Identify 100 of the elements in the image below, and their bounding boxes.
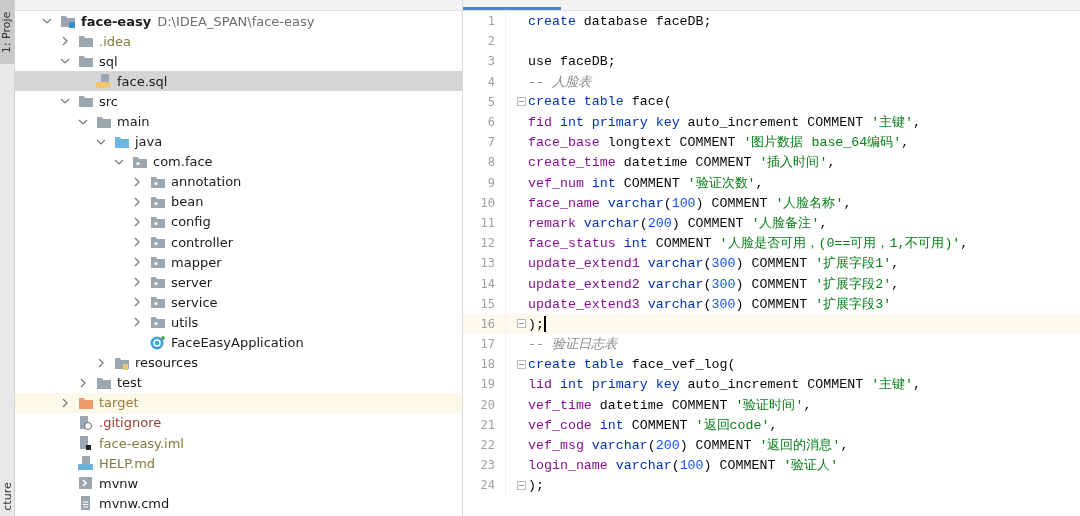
tree-item[interactable]: face-easy D:\IDEA_SPAN\face-easy bbox=[15, 11, 462, 32]
chevron-right-icon[interactable] bbox=[78, 377, 88, 388]
code-text: create database faceDB; bbox=[528, 13, 712, 29]
item-name: .gitignore bbox=[99, 415, 162, 431]
chevron-right-icon[interactable] bbox=[132, 277, 142, 288]
folder-icon bbox=[114, 355, 130, 370]
code-text: remark varchar(200) COMMENT '人脸备注', bbox=[528, 214, 828, 232]
code-text: update_extend2 varchar(300) COMMENT '扩展字段2', bbox=[528, 275, 900, 293]
item-name: controller bbox=[171, 234, 234, 250]
chevron-right-icon[interactable] bbox=[96, 357, 106, 368]
line-number: 5 bbox=[486, 94, 496, 109]
tree-item[interactable]: mvnw bbox=[15, 473, 462, 494]
item-name: test bbox=[117, 375, 142, 391]
code-text: vef_num int COMMENT '验证次数', bbox=[528, 174, 764, 192]
item-name: sql bbox=[99, 53, 118, 69]
code-text: use faceDB; bbox=[528, 53, 616, 69]
tree-item[interactable]: controller bbox=[15, 232, 462, 253]
line-number: 19 bbox=[479, 377, 496, 392]
chevron-right-icon[interactable] bbox=[132, 297, 142, 308]
chevron-right-icon[interactable] bbox=[132, 196, 142, 207]
package-icon bbox=[150, 315, 166, 330]
code-text: vef_code int COMMENT '返回code', bbox=[528, 416, 778, 434]
tree-item[interactable]: mapper bbox=[15, 252, 462, 273]
folder-icon bbox=[78, 395, 94, 410]
line-number: 6 bbox=[486, 115, 496, 130]
package-icon bbox=[150, 194, 166, 209]
line-number: 18 bbox=[479, 357, 496, 372]
item-path: D:\IDEA_SPAN\face-easy bbox=[157, 13, 315, 29]
tree-item[interactable]: service bbox=[15, 292, 462, 313]
line-number: 21 bbox=[479, 417, 496, 432]
fold-icon[interactable] bbox=[517, 319, 526, 329]
item-name: HELP.md bbox=[99, 455, 156, 471]
line-number: 8 bbox=[486, 155, 496, 170]
code-text: create table face( bbox=[528, 94, 672, 110]
fold-icon[interactable] bbox=[517, 97, 526, 107]
package-icon bbox=[150, 235, 166, 250]
item-name: FaceEasyApplication bbox=[171, 335, 304, 351]
line-number: 3 bbox=[486, 54, 496, 69]
item-name: target bbox=[99, 395, 139, 411]
item-name: service bbox=[171, 294, 218, 310]
chevron-right-icon[interactable] bbox=[132, 257, 142, 268]
tree-item[interactable]: server bbox=[15, 272, 462, 293]
item-name: com.face bbox=[153, 154, 213, 170]
tree-item[interactable]: test bbox=[15, 372, 462, 393]
code-text: face_name varchar(100) COMMENT '人脸名称', bbox=[528, 194, 852, 212]
tree-item[interactable]: target bbox=[15, 392, 462, 413]
fold-icon[interactable] bbox=[517, 480, 526, 490]
chevron-right-icon[interactable] bbox=[132, 176, 142, 187]
tree-item[interactable]: FaceEasyApplication bbox=[15, 332, 462, 353]
line-number: 14 bbox=[479, 276, 496, 291]
chevron-right-icon[interactable] bbox=[132, 237, 142, 248]
tree-item[interactable]: resources bbox=[15, 352, 462, 373]
code-text: fid int primary key auto_increment COMMENT '主键', bbox=[528, 114, 922, 132]
tree-item[interactable]: face.sql bbox=[15, 71, 462, 92]
code-text: update_extend3 varchar(300) COMMENT '扩展字段3' bbox=[528, 295, 892, 313]
chevron-right-icon[interactable] bbox=[132, 317, 142, 328]
chevron-right-icon[interactable] bbox=[60, 397, 70, 408]
item-name: face-easy bbox=[81, 13, 152, 29]
code-text: login_name varchar(100) COMMENT '验证人' bbox=[528, 457, 839, 475]
tree-item[interactable]: mvnw.cmd bbox=[15, 493, 462, 514]
folder-icon bbox=[114, 134, 130, 149]
tree-item[interactable]: utils bbox=[15, 312, 462, 333]
line-number: 17 bbox=[479, 337, 496, 352]
folder-icon bbox=[78, 94, 94, 109]
tree-item[interactable]: bean bbox=[15, 191, 462, 212]
tree-item[interactable]: HELP.md bbox=[15, 453, 462, 474]
item-name: face.sql bbox=[117, 73, 168, 89]
code-text: create table face_vef_log( bbox=[528, 356, 736, 372]
item-name: server bbox=[171, 274, 213, 290]
tree-item[interactable]: config bbox=[15, 211, 462, 233]
sql-file-icon bbox=[96, 74, 112, 89]
structure-tool-tab[interactable]: cture bbox=[0, 476, 14, 516]
tree-item[interactable]: java bbox=[15, 131, 462, 152]
line-number: 15 bbox=[479, 296, 496, 311]
item-name: utils bbox=[171, 314, 199, 330]
line-number: 10 bbox=[479, 195, 496, 210]
code-text: face_status int COMMENT '人脸是否可用，(0==可用，1,不可用)', bbox=[528, 235, 969, 253]
code-text: vef_msg varchar(200) COMMENT '返回的消息', bbox=[528, 437, 849, 455]
code-text: ); bbox=[528, 315, 546, 332]
tree-item[interactable]: main bbox=[15, 111, 462, 132]
tree-item[interactable]: .idea bbox=[15, 31, 462, 52]
line-number: 4 bbox=[486, 74, 496, 89]
project-tool-tab[interactable]: 1: Proje bbox=[0, 0, 14, 64]
folder-icon bbox=[96, 114, 112, 129]
line-number: 24 bbox=[479, 478, 496, 493]
line-number: 20 bbox=[479, 397, 496, 412]
package-icon bbox=[150, 255, 166, 270]
chevron-right-icon[interactable] bbox=[60, 36, 70, 47]
tree-item[interactable]: face-easy.iml bbox=[15, 432, 462, 454]
tree-item[interactable]: src bbox=[15, 91, 462, 112]
code-text: ); bbox=[528, 477, 544, 493]
tree-item[interactable]: sql bbox=[15, 51, 462, 72]
folder-icon bbox=[78, 54, 94, 69]
module-icon bbox=[60, 14, 76, 29]
chevron-right-icon[interactable] bbox=[132, 217, 142, 227]
fold-icon[interactable] bbox=[517, 359, 526, 369]
tree-item[interactable]: com.face bbox=[15, 151, 462, 172]
line-number: 13 bbox=[479, 256, 496, 271]
tree-item[interactable]: .gitignore bbox=[15, 412, 462, 433]
tree-item[interactable]: annotation bbox=[15, 171, 462, 192]
